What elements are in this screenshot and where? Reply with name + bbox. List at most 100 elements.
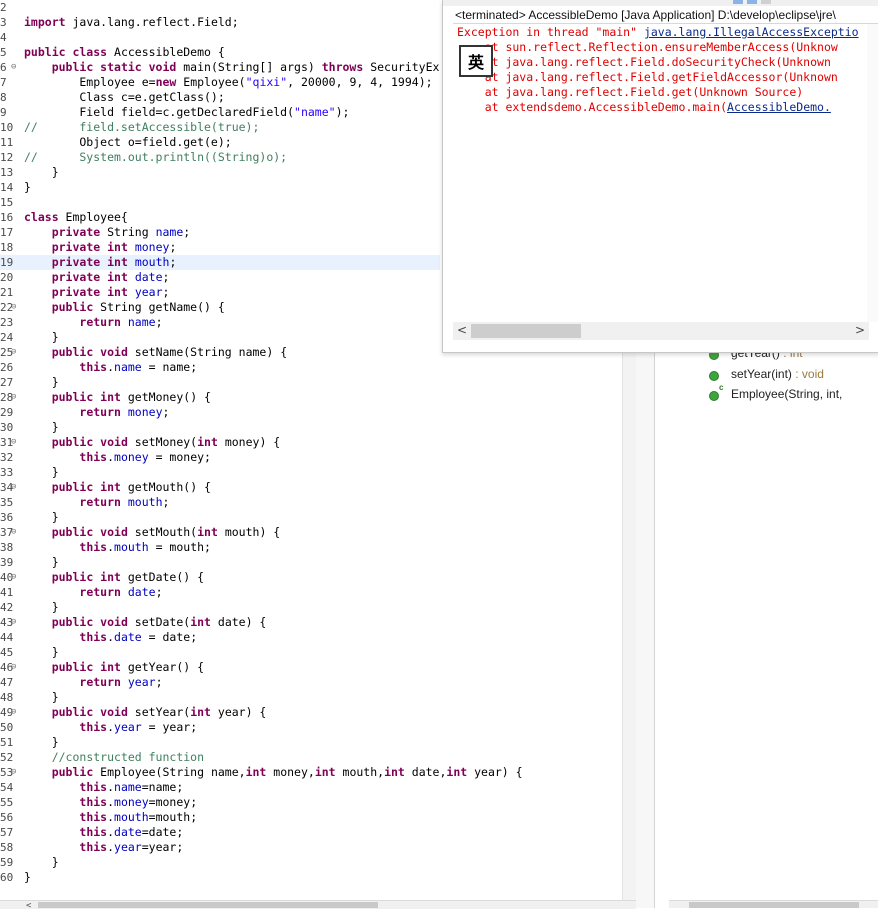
code-text[interactable]: public Employee(String name,int money,in… (24, 765, 523, 780)
code-text[interactable]: private String name; (24, 225, 191, 240)
code-text[interactable]: Field field=c.getDeclaredField("name"); (24, 105, 349, 120)
code-line[interactable]: 51 } (0, 735, 622, 750)
code-line[interactable]: 39 } (0, 555, 622, 570)
code-text[interactable]: this.name=name; (24, 780, 183, 795)
code-text[interactable]: this.mouth = mouth; (24, 540, 211, 555)
code-text[interactable]: Object o=field.get(e); (24, 135, 231, 150)
code-line[interactable]: 31 ⊖ public void setMoney(int money) { (0, 435, 622, 450)
code-line[interactable]: 29 return money; (0, 405, 622, 420)
code-text[interactable]: this.mouth=mouth; (24, 810, 197, 825)
code-text[interactable]: public void setMouth(int mouth) { (24, 525, 281, 540)
fold-toggle-icon[interactable]: ⊖ (11, 390, 16, 405)
code-text[interactable]: public int getMouth() { (24, 480, 211, 495)
fold-toggle-icon[interactable]: ⊖ (11, 435, 16, 450)
fold-toggle-icon[interactable]: ⊖ (11, 345, 16, 360)
code-text[interactable]: public static void main(String[] args) t… (24, 60, 440, 75)
code-line[interactable]: 60} (0, 870, 622, 885)
code-text[interactable]: } (24, 420, 59, 435)
code-line[interactable]: 49 ⊖ public void setYear(int year) { (0, 705, 622, 720)
fold-toggle-icon[interactable]: ⊖ (11, 60, 16, 75)
code-text[interactable]: } (24, 510, 59, 525)
fold-toggle-icon[interactable]: ⊖ (11, 765, 16, 780)
code-text[interactable]: this.year=year; (24, 840, 183, 855)
code-line[interactable]: 55 this.money=money; (0, 795, 622, 810)
fold-toggle-icon[interactable]: ⊖ (11, 480, 16, 495)
code-line[interactable]: 47 return year; (0, 675, 622, 690)
code-text[interactable]: } (24, 375, 59, 390)
code-text[interactable]: } (24, 465, 59, 480)
code-text[interactable]: Employee e=new Employee("qixi", 20000, 9… (24, 75, 432, 90)
code-line[interactable]: 33 } (0, 465, 622, 480)
code-text[interactable]: } (24, 690, 59, 705)
code-text[interactable]: } (24, 600, 59, 615)
code-text[interactable]: } (24, 870, 31, 885)
code-line[interactable]: 28 ⊖ public int getMoney() { (0, 390, 622, 405)
code-text[interactable]: public int getDate() { (24, 570, 204, 585)
fold-toggle-icon[interactable]: ⊖ (11, 300, 16, 315)
code-line[interactable]: 19 private int mouth; (0, 255, 440, 270)
code-line[interactable]: 34 ⊖ public int getMouth() { (0, 480, 622, 495)
fold-toggle-icon[interactable]: ⊖ (11, 570, 16, 585)
code-line[interactable]: 59 } (0, 855, 622, 870)
code-line[interactable]: 45 } (0, 645, 622, 660)
code-line[interactable]: 53 ⊖ public Employee(String name,int mone… (0, 765, 622, 780)
code-line[interactable]: 26 this.name = name; (0, 360, 622, 375)
code-text[interactable]: this.date = date; (24, 630, 197, 645)
code-text[interactable]: public class AccessibleDemo { (24, 45, 225, 60)
console-horizontal-scrollbar[interactable]: < > (453, 322, 869, 340)
code-line[interactable]: 32 this.money = money; (0, 450, 622, 465)
toolbar-icon[interactable] (747, 0, 757, 4)
code-text[interactable]: return year; (24, 675, 162, 690)
code-line[interactable]: 57 this.date=date; (0, 825, 622, 840)
code-text[interactable]: private int date; (24, 270, 170, 285)
code-line[interactable]: 43 ⊖ public void setDate(int date) { (0, 615, 622, 630)
code-text[interactable]: import java.lang.reflect.Field; (24, 15, 239, 30)
code-text[interactable]: public void setName(String name) { (24, 345, 287, 360)
code-line[interactable]: 27 } (0, 375, 622, 390)
fold-toggle-icon[interactable]: ⊖ (11, 525, 16, 540)
outline-item-setyear[interactable]: setYear(int) : void (709, 367, 824, 385)
code-text[interactable]: class Employee{ (24, 210, 128, 225)
scroll-right-arrow-icon[interactable]: > (855, 323, 865, 337)
code-text[interactable]: this.money = money; (24, 450, 211, 465)
code-text[interactable]: public int getMoney() { (24, 390, 211, 405)
code-text[interactable]: // field.setAccessible(true); (24, 120, 259, 135)
code-text[interactable]: this.date=date; (24, 825, 183, 840)
code-text[interactable]: } (24, 330, 59, 345)
code-text[interactable]: public void setDate(int date) { (24, 615, 267, 630)
code-line[interactable]: 50 this.year = year; (0, 720, 622, 735)
code-text[interactable]: return mouth; (24, 495, 169, 510)
code-text[interactable]: // System.out.println((String)o); (24, 150, 287, 165)
code-line[interactable]: 42 } (0, 600, 622, 615)
exception-class-link[interactable]: java.lang.IllegalAccessExceptio (644, 25, 859, 39)
code-text[interactable]: } (24, 645, 59, 660)
code-text[interactable]: public void setYear(int year) { (24, 705, 267, 720)
code-line[interactable]: 56 this.mouth=mouth; (0, 810, 622, 825)
code-line[interactable]: 54 this.name=name; (0, 780, 622, 795)
code-line[interactable]: 52 //constructed function (0, 750, 622, 765)
code-text[interactable]: public String getName() { (24, 300, 225, 315)
toolbar-icon[interactable] (733, 0, 743, 4)
scroll-left-arrow-icon[interactable]: < (26, 901, 31, 911)
code-line[interactable]: 48 } (0, 690, 622, 705)
code-line[interactable]: 40 ⊖ public int getDate() { (0, 570, 622, 585)
fold-toggle-icon[interactable]: ⊖ (11, 615, 16, 630)
code-line[interactable]: 36 } (0, 510, 622, 525)
code-line[interactable]: 37 ⊖ public void setMouth(int mouth) { (0, 525, 622, 540)
ime-indicator[interactable]: 英 (459, 45, 493, 77)
code-line[interactable]: 38 this.mouth = mouth; (0, 540, 622, 555)
outline-item-employee-constructor[interactable]: c Employee(String, int, (709, 383, 842, 405)
code-text[interactable]: return date; (24, 585, 162, 600)
code-text[interactable]: return money; (24, 405, 169, 420)
console-scroll-thumb[interactable] (471, 324, 581, 338)
code-line[interactable]: 30 } (0, 420, 622, 435)
code-line[interactable]: 35 return mouth; (0, 495, 622, 510)
scroll-left-arrow-icon[interactable]: < (457, 323, 467, 337)
outline-horizontal-scrollbar[interactable] (669, 900, 878, 908)
code-text[interactable]: } (24, 855, 59, 870)
code-text[interactable]: } (24, 555, 59, 570)
code-text[interactable]: this.year = year; (24, 720, 197, 735)
code-text[interactable]: this.money=money; (24, 795, 197, 810)
code-text[interactable]: } (24, 165, 59, 180)
fold-toggle-icon[interactable]: ⊖ (11, 660, 16, 675)
